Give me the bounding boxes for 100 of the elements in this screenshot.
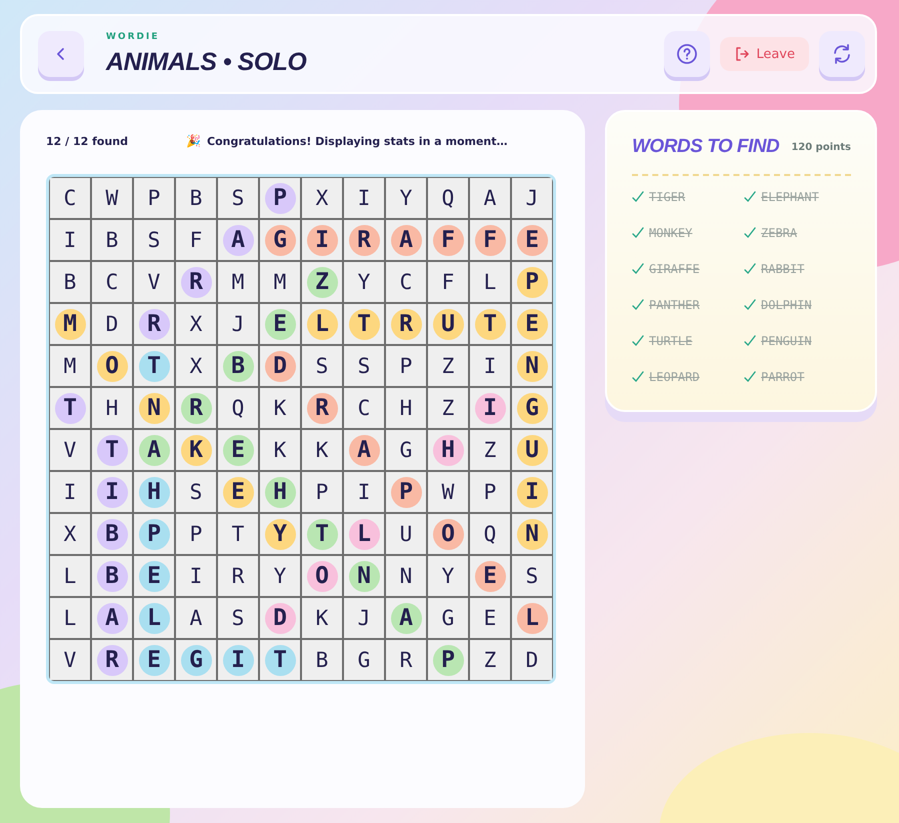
grid-cell[interactable]: M xyxy=(260,262,300,302)
grid-cell[interactable]: S xyxy=(218,598,258,638)
grid-cell[interactable]: S xyxy=(218,178,258,218)
grid-cell[interactable]: D xyxy=(92,304,132,344)
grid-cell[interactable]: I xyxy=(470,346,510,386)
grid-cell[interactable]: C xyxy=(92,262,132,302)
grid-cell[interactable]: R xyxy=(386,640,426,680)
points-label: 120 points xyxy=(791,142,851,152)
word-item: GIRAFFE xyxy=(649,262,700,276)
help-button[interactable] xyxy=(664,31,710,77)
grid-cell[interactable]: D xyxy=(512,640,552,680)
word-item: ELEPHANT xyxy=(761,190,819,204)
brand-label: WORDIE xyxy=(106,32,160,42)
grid-cell[interactable]: W xyxy=(428,472,468,512)
word-list-title: WORDS TO FIND xyxy=(632,136,780,158)
grid-cell[interactable]: B xyxy=(92,220,132,260)
word-item: TURTLE xyxy=(649,334,692,348)
grid-cell[interactable]: G xyxy=(428,598,468,638)
grid-cell[interactable]: P xyxy=(134,178,174,218)
word-item: LEOPARD xyxy=(649,370,700,384)
party-icon: 🎉 xyxy=(186,134,201,148)
grid-cell[interactable]: Q xyxy=(428,178,468,218)
grid-cell[interactable]: F xyxy=(176,220,216,260)
word-item: PENGUIN xyxy=(761,334,812,348)
grid-cell[interactable]: Y xyxy=(428,556,468,596)
grid-cell[interactable]: B xyxy=(302,640,342,680)
grid-cell[interactable]: Y xyxy=(260,556,300,596)
grid-cell[interactable]: S xyxy=(302,346,342,386)
grid-cell[interactable]: M xyxy=(218,262,258,302)
word-item: MONKEY xyxy=(649,226,692,240)
grid-cell[interactable]: E xyxy=(470,598,510,638)
grid-cell[interactable]: J xyxy=(218,304,258,344)
grid-cell[interactable]: S xyxy=(512,556,552,596)
grid-cell[interactable]: X xyxy=(302,178,342,218)
grid-cell[interactable]: I xyxy=(176,556,216,596)
grid-cell[interactable]: F xyxy=(428,262,468,302)
grid-cell[interactable]: Q xyxy=(470,514,510,554)
word-item: PARROT xyxy=(761,370,804,384)
grid-cell[interactable]: X xyxy=(50,514,90,554)
grid-cell[interactable]: Z xyxy=(470,640,510,680)
grid-cell[interactable]: K xyxy=(260,430,300,470)
grid-cell[interactable]: P xyxy=(386,346,426,386)
word-item: ZEBRA xyxy=(761,226,798,240)
grid-cell[interactable]: T xyxy=(218,514,258,554)
word-item: TIGER xyxy=(649,190,686,204)
grid-cell[interactable]: N xyxy=(386,556,426,596)
grid-cell[interactable]: R xyxy=(218,556,258,596)
grid-cell[interactable]: S xyxy=(134,220,174,260)
grid-cell[interactable]: V xyxy=(50,640,90,680)
grid-cell[interactable]: S xyxy=(176,472,216,512)
grid-cell[interactable]: J xyxy=(344,598,384,638)
grid-cell[interactable]: P xyxy=(302,472,342,512)
grid-cell[interactable]: K xyxy=(260,388,300,428)
refresh-button[interactable] xyxy=(819,31,865,77)
word-item: RABBIT xyxy=(761,262,804,276)
progress-label: 12 / 12 found xyxy=(46,134,130,148)
grid-cell[interactable]: Z xyxy=(428,346,468,386)
grid-cell[interactable]: I xyxy=(344,472,384,512)
grid-cell[interactable]: Z xyxy=(428,388,468,428)
grid-cell[interactable]: A xyxy=(470,178,510,218)
grid-cell[interactable]: V xyxy=(50,430,90,470)
grid-cell[interactable]: V xyxy=(134,262,174,302)
grid-cell[interactable]: Z xyxy=(470,430,510,470)
grid-cell[interactable]: I xyxy=(50,472,90,512)
grid-cell[interactable]: L xyxy=(50,598,90,638)
grid-cell[interactable]: A xyxy=(176,598,216,638)
help-icon xyxy=(676,43,698,65)
grid-cell[interactable]: G xyxy=(386,430,426,470)
grid-cell[interactable]: U xyxy=(386,514,426,554)
refresh-icon xyxy=(831,43,853,65)
grid-cell[interactable]: L xyxy=(470,262,510,302)
congratulations-message: Congratulations! Displaying stats in a moment… xyxy=(207,134,508,148)
grid-cell[interactable]: B xyxy=(176,178,216,218)
grid-cell[interactable]: J xyxy=(512,178,552,218)
grid-cell[interactable]: C xyxy=(344,388,384,428)
grid-cell[interactable]: L xyxy=(50,556,90,596)
grid-cell[interactable]: H xyxy=(92,388,132,428)
grid-cell[interactable]: C xyxy=(50,178,90,218)
grid-cell[interactable]: Q xyxy=(218,388,258,428)
grid-cell[interactable]: X xyxy=(176,304,216,344)
grid-cell[interactable]: Y xyxy=(344,262,384,302)
grid-cell[interactable]: H xyxy=(386,388,426,428)
grid-cell[interactable]: P xyxy=(470,472,510,512)
game-title: ANIMALS • SOLO xyxy=(106,48,306,76)
grid-cell[interactable]: C xyxy=(386,262,426,302)
grid-cell[interactable]: W xyxy=(92,178,132,218)
exit-icon xyxy=(734,46,750,62)
grid-cell[interactable]: Y xyxy=(386,178,426,218)
grid-cell[interactable]: I xyxy=(344,178,384,218)
grid-cell[interactable]: M xyxy=(50,346,90,386)
word-item: DOLPHIN xyxy=(761,298,812,312)
grid-cell[interactable]: K xyxy=(302,430,342,470)
grid-cell[interactable]: B xyxy=(50,262,90,302)
grid-cell[interactable]: P xyxy=(176,514,216,554)
grid-cell[interactable]: I xyxy=(50,220,90,260)
grid-cell[interactable]: G xyxy=(344,640,384,680)
grid-cell[interactable]: K xyxy=(302,598,342,638)
grid-cell[interactable]: S xyxy=(344,346,384,386)
word-item: PANTHER xyxy=(649,298,700,312)
grid-cell[interactable]: X xyxy=(176,346,216,386)
